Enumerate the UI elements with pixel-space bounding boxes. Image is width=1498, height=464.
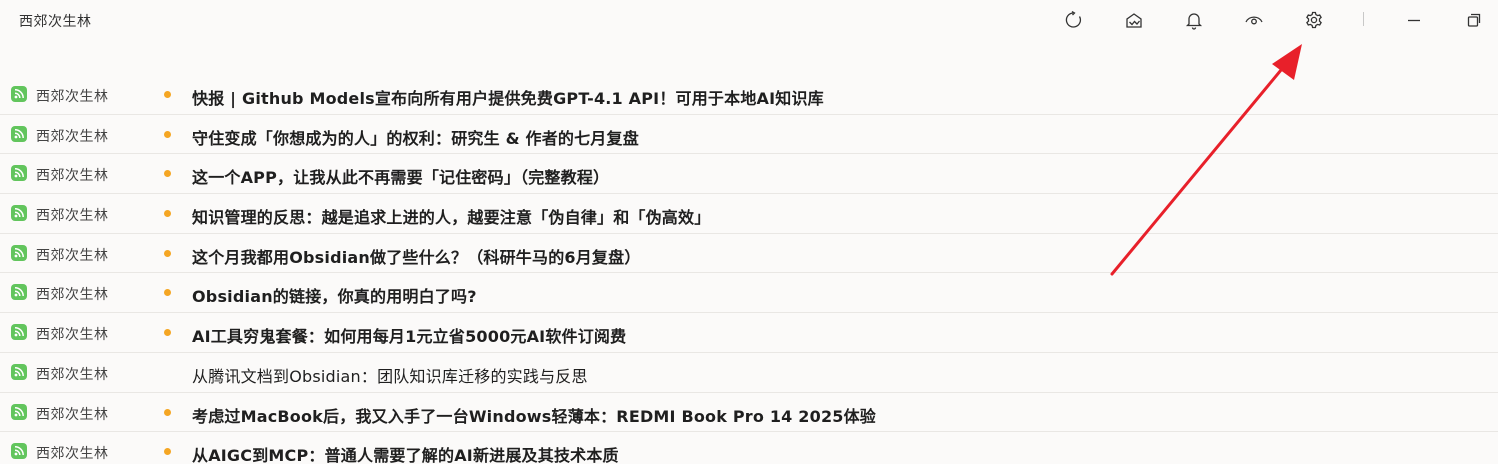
- rss-icon: [11, 205, 27, 222]
- article-row[interactable]: 西郊次生林 快报 | Github Models宣布向所有用户提供免费GPT-4…: [0, 75, 1498, 115]
- feed-name: 西郊次生林: [36, 128, 109, 145]
- article-title: 守住变成「你想成为的人」的权利：研究生 & 作者的七月复盘: [192, 128, 639, 148]
- minimize-button[interactable]: [1402, 8, 1426, 32]
- restore-window-icon: [1467, 13, 1481, 27]
- feed-name: 西郊次生林: [36, 247, 109, 264]
- article-title: 这一个APP，让我从此不再需要「记住密码」（完整教程）: [192, 168, 610, 188]
- article-row[interactable]: 西郊次生林 守住变成「你想成为的人」的权利：研究生 & 作者的七月复盘: [0, 115, 1498, 155]
- feed-name: 西郊次生林: [36, 406, 109, 423]
- feed-name: 西郊次生林: [36, 446, 109, 463]
- article-title: 这个月我都用Obsidian做了些什么？（科研牛马的6月复盘）: [192, 247, 641, 267]
- rss-icon: [11, 165, 27, 182]
- article-title: 从腾讯文档到Obsidian：团队知识库迁移的实践与反思: [192, 366, 588, 386]
- restore-window-button[interactable]: [1462, 8, 1486, 32]
- rss-icon: [11, 86, 27, 102]
- feed-name: 西郊次生林: [36, 327, 109, 344]
- feed-name: 西郊次生林: [36, 208, 109, 225]
- eye-icon: [1245, 16, 1263, 25]
- article-title: AI工具穷鬼套餐：如何用每月1元立省5000元AI软件订阅费: [192, 327, 627, 347]
- feed-name: 西郊次生林: [36, 366, 109, 383]
- refresh-icon: [1065, 10, 1082, 28]
- unread-indicator: [164, 249, 171, 257]
- reader-app: 西郊次生林 西郊次生林 快报 | Github Models宣布向所有用户提供免…: [0, 0, 1498, 464]
- article-row[interactable]: 西郊次生林 从AIGC到MCP：普通人需要了解的AI新进展及其技术本质: [0, 432, 1498, 464]
- article-row[interactable]: 西郊次生林 AI工具穷鬼套餐：如何用每月1元立省5000元AI软件订阅费: [0, 313, 1498, 353]
- article-title: 知识管理的反思：越是追求上进的人，越要注意「伪自律」和「伪高效」: [192, 208, 711, 228]
- article-title: 考虑过MacBook后，我又入手了一台Windows轻薄本：REDMI Book…: [192, 406, 877, 426]
- unread-indicator: [164, 448, 171, 456]
- gear-icon: [1306, 11, 1322, 29]
- article-row[interactable]: 西郊次生林 知识管理的反思：越是追求上进的人，越要注意「伪自律」和「伪高效」: [0, 194, 1498, 234]
- mark-all-read-button[interactable]: [1122, 8, 1146, 32]
- unread-indicator: [164, 130, 171, 138]
- rss-icon: [11, 324, 27, 341]
- feed-name: 西郊次生林: [36, 287, 109, 304]
- unread-indicator: [164, 329, 171, 337]
- rss-icon: [11, 403, 27, 420]
- feed-name: 西郊次生林: [36, 89, 109, 105]
- rss-icon: [11, 443, 27, 460]
- mark-all-read-icon: [1126, 13, 1142, 28]
- view-button[interactable]: [1242, 8, 1266, 32]
- unread-indicator: [164, 289, 171, 297]
- rss-icon: [11, 363, 27, 380]
- article-row[interactable]: 西郊次生林 这一个APP，让我从此不再需要「记住密码」（完整教程）: [0, 154, 1498, 195]
- article-list: 西郊次生林 快报 | Github Models宣布向所有用户提供免费GPT-4…: [0, 75, 1498, 464]
- unread-indicator: [164, 91, 171, 98]
- unread-indicator: [164, 408, 171, 416]
- settings-button[interactable]: [1302, 8, 1326, 32]
- notifications-button[interactable]: [1182, 8, 1206, 32]
- article-row[interactable]: 西郊次生林 考虑过MacBook后，我又入手了一台Windows轻薄本：REDM…: [0, 393, 1498, 433]
- bell-icon: [1185, 13, 1203, 30]
- article-title: 快报 | Github Models宣布向所有用户提供免费GPT-4.1 API…: [192, 89, 824, 108]
- refresh-button[interactable]: [1062, 8, 1086, 32]
- feed-name: 西郊次生林: [36, 168, 109, 185]
- article-title: Obsidian的链接，你真的用明白了吗?: [192, 287, 477, 307]
- minimize-icon: [1408, 19, 1420, 22]
- rss-icon: [11, 284, 27, 301]
- app-title: 西郊次生林: [19, 14, 92, 30]
- article-title: 从AIGC到MCP：普通人需要了解的AI新进展及其技术本质: [192, 446, 619, 464]
- unread-indicator: [164, 170, 171, 178]
- toolbar-divider: [1363, 12, 1364, 26]
- article-row[interactable]: 西郊次生林 从腾讯文档到Obsidian：团队知识库迁移的实践与反思: [0, 353, 1498, 393]
- rss-icon: [11, 125, 27, 142]
- article-row[interactable]: 西郊次生林 Obsidian的链接，你真的用明白了吗?: [0, 273, 1498, 314]
- article-row[interactable]: 西郊次生林 这个月我都用Obsidian做了些什么？（科研牛马的6月复盘）: [0, 234, 1498, 274]
- unread-indicator: [164, 210, 171, 218]
- title-bar: 西郊次生林: [0, 0, 1498, 42]
- rss-icon: [11, 244, 27, 261]
